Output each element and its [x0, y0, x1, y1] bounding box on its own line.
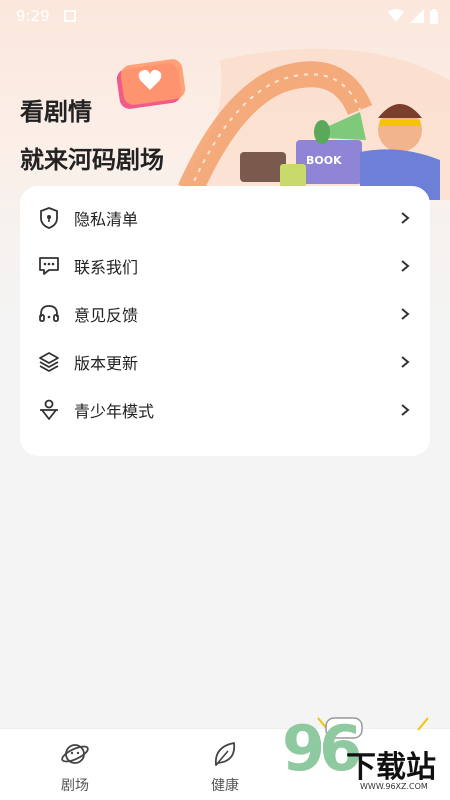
menu-item-version-update[interactable]: 版本更新	[20, 338, 430, 386]
wifi-icon	[388, 9, 404, 22]
menu-item-label: 意见反馈	[74, 306, 139, 325]
status-icons	[388, 8, 438, 24]
menu-item-label: 联系我们	[74, 258, 139, 277]
chevron-right-icon	[401, 308, 410, 320]
hero-line-2: 就来河码剧场	[20, 146, 164, 174]
status-time: 9:29	[16, 7, 50, 25]
menu-item-label: 青少年模式	[74, 402, 155, 421]
menu-item-privacy-list[interactable]: 隐私清单	[20, 194, 430, 242]
leaf-icon	[214, 742, 236, 766]
status-bar: 9:29	[0, 0, 450, 32]
chevron-right-icon	[401, 404, 410, 416]
menu-item-label: 隐私清单	[74, 210, 139, 229]
chat-dots-icon	[38, 255, 60, 277]
chevron-right-icon	[401, 260, 410, 272]
menu-item-feedback[interactable]: 意见反馈	[20, 290, 430, 338]
tab-label: 剧场	[61, 778, 89, 794]
hero-slogan: 看剧情 就来河码剧场	[20, 88, 164, 184]
tab-label: 健康	[211, 778, 239, 794]
chevron-right-icon	[401, 356, 410, 368]
settings-card: 隐私清单 联系我们 意见反馈 版本更新 青少年模式	[20, 186, 430, 456]
menu-item-label: 版本更新	[74, 354, 139, 373]
menu-item-youth-mode[interactable]: 青少年模式	[20, 386, 430, 434]
hero-line-1: 看剧情	[20, 98, 92, 126]
menu-item-contact-us[interactable]: 联系我们	[20, 242, 430, 290]
watermark-text: 下载站	[346, 750, 436, 785]
planet-icon	[61, 744, 89, 764]
notification-icon	[63, 10, 76, 22]
tab-theater[interactable]: 剧场	[0, 729, 150, 800]
watermark-url: WWW.96XZ.COM	[360, 782, 428, 791]
layers-icon	[38, 351, 60, 373]
book-text: BOOK	[306, 154, 342, 167]
headset-icon	[38, 303, 60, 325]
battery-icon	[430, 8, 438, 24]
chevron-right-icon	[401, 212, 410, 224]
youth-person-icon	[38, 399, 60, 421]
signal-icon	[410, 9, 424, 23]
shield-lock-icon	[38, 207, 60, 229]
